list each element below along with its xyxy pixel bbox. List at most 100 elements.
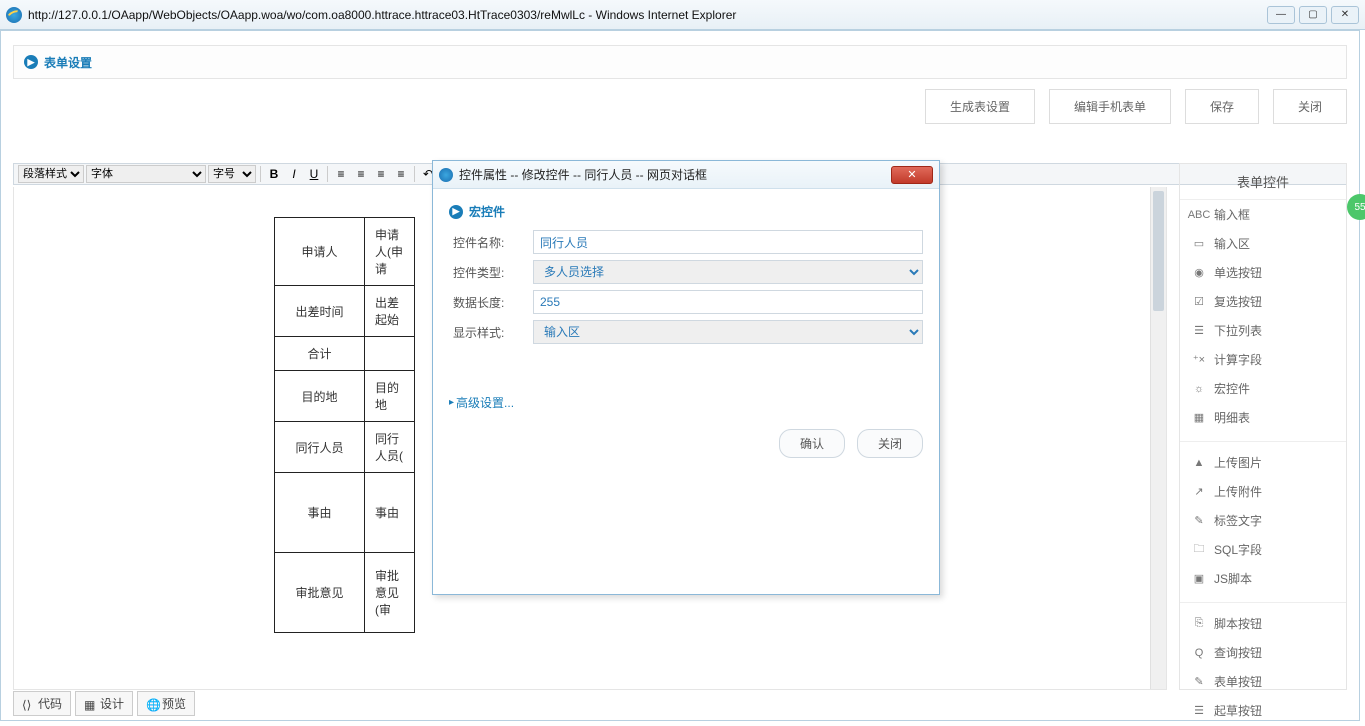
data-length-input[interactable] bbox=[533, 290, 923, 314]
side-panel-item-icon: ☰ bbox=[1192, 704, 1206, 718]
window-minimize-button[interactable]: — bbox=[1267, 6, 1295, 24]
side-panel-item-label: 起草按钮 bbox=[1214, 702, 1262, 719]
dialog-cancel-button[interactable]: 关闭 bbox=[857, 429, 923, 458]
form-row-value[interactable]: 出差起始 bbox=[365, 286, 415, 337]
form-row-label: 出差时间 bbox=[275, 286, 365, 337]
side-panel-item-icon: ⁺× bbox=[1192, 353, 1206, 367]
form-row-value[interactable]: 申请人(申请 bbox=[365, 218, 415, 286]
paragraph-style-select[interactable]: 段落样式 bbox=[18, 165, 84, 183]
page-section-header: ▶ 表单设置 bbox=[13, 45, 1347, 79]
side-panel-item[interactable]: ⎘脚本按钮 bbox=[1180, 609, 1346, 638]
display-style-label: 显示样式: bbox=[449, 324, 533, 341]
side-panel-item-label: 明细表 bbox=[1214, 409, 1250, 426]
form-row-value[interactable] bbox=[365, 337, 415, 371]
side-panel-item[interactable]: ✎标签文字 bbox=[1180, 506, 1346, 535]
save-button[interactable]: 保存 bbox=[1185, 89, 1259, 124]
side-panel-item-label: 标签文字 bbox=[1214, 512, 1262, 529]
align-left-icon[interactable]: ≡ bbox=[332, 165, 350, 183]
side-panel-item-icon: ▭ bbox=[1192, 237, 1206, 251]
form-preview-table: 申请人申请人(申请出差时间出差起始合计目的地目的地同行人员同行人员(事由事由审批… bbox=[274, 217, 415, 633]
generate-table-settings-button[interactable]: 生成表设置 bbox=[925, 89, 1035, 124]
side-panel-item-label: 宏控件 bbox=[1214, 380, 1250, 397]
form-row-value[interactable]: 审批意见(审 bbox=[365, 553, 415, 633]
chevron-right-icon: ▶ bbox=[449, 205, 463, 219]
side-panel-item[interactable]: ☰ 起草按钮 bbox=[1180, 696, 1346, 725]
close-button[interactable]: 关闭 bbox=[1273, 89, 1347, 124]
ie-icon bbox=[439, 168, 453, 182]
control-name-input[interactable] bbox=[533, 230, 923, 254]
side-panel-item-label: SQL字段 bbox=[1214, 541, 1262, 558]
side-panel-item-icon: ☼ bbox=[1192, 382, 1206, 396]
side-panel-item-label: 上传图片 bbox=[1214, 454, 1262, 471]
advanced-settings-link[interactable]: 高级设置... bbox=[449, 394, 923, 411]
underline-icon[interactable]: U bbox=[305, 165, 323, 183]
side-panel-item[interactable]: 🗀SQL字段 bbox=[1180, 535, 1346, 564]
side-panel-item[interactable]: ⁺×计算字段 bbox=[1180, 345, 1346, 374]
form-row-label: 合计 bbox=[275, 337, 365, 371]
side-panel-item[interactable]: ▭ 输入区 bbox=[1180, 229, 1346, 258]
side-panel-item[interactable]: ✎表单按钮 bbox=[1180, 667, 1346, 696]
side-panel-item[interactable]: ABC输入框 bbox=[1180, 200, 1346, 229]
control-type-select[interactable]: 多人员选择 bbox=[533, 260, 923, 284]
side-panel-item[interactable]: ☼ 宏控件 bbox=[1180, 374, 1346, 403]
tab-design[interactable]: ▦设计 bbox=[75, 691, 133, 716]
tab-preview[interactable]: 🌐预览 bbox=[137, 691, 195, 716]
side-panel-item[interactable]: ▲ 上传图片 bbox=[1180, 448, 1346, 477]
scrollbar-thumb[interactable] bbox=[1153, 191, 1164, 311]
form-row-label: 事由 bbox=[275, 473, 365, 553]
form-row-label: 申请人 bbox=[275, 218, 365, 286]
edit-mobile-form-button[interactable]: 编辑手机表单 bbox=[1049, 89, 1171, 124]
side-panel-item-label: 脚本按钮 bbox=[1214, 615, 1262, 632]
bold-icon[interactable]: B bbox=[265, 165, 283, 183]
window-maximize-button[interactable]: ▢ bbox=[1299, 6, 1327, 24]
side-panel-item-icon: ▲ bbox=[1192, 456, 1206, 470]
form-row-label: 同行人员 bbox=[275, 422, 365, 473]
side-panel-item[interactable]: ▣JS脚本 bbox=[1180, 564, 1346, 593]
form-row-label: 目的地 bbox=[275, 371, 365, 422]
side-panel-item-label: 查询按钮 bbox=[1214, 644, 1262, 661]
page-title: 表单设置 bbox=[44, 54, 92, 71]
side-panel-item[interactable]: ☰ 下拉列表 bbox=[1180, 316, 1346, 345]
side-panel-item[interactable]: ☑复选按钮 bbox=[1180, 287, 1346, 316]
editor-mode-tabs: ⟨⟩代码 ▦设计 🌐预览 bbox=[13, 691, 195, 716]
font-size-select[interactable]: 字号 bbox=[208, 165, 256, 183]
form-row-value[interactable]: 同行人员( bbox=[365, 422, 415, 473]
side-panel-item-label: 输入区 bbox=[1214, 235, 1250, 252]
dialog-ok-button[interactable]: 确认 bbox=[779, 429, 845, 458]
side-panel-item-label: JS脚本 bbox=[1214, 570, 1252, 587]
controls-side-panel: 表单控件 ABC输入框 ▭ 输入区 ◉单选按钮☑复选按钮 ☰ 下拉列表 ⁺×计算字段 ☼ 宏控件… bbox=[1179, 163, 1347, 690]
side-panel-item-icon: ☰ bbox=[1192, 324, 1206, 338]
vertical-scrollbar[interactable] bbox=[1150, 187, 1166, 689]
side-panel-item[interactable]: ↗上传附件 bbox=[1180, 477, 1346, 506]
ie-icon bbox=[6, 7, 22, 23]
side-panel-item[interactable]: Q 查询按钮 bbox=[1180, 638, 1346, 667]
side-panel-title: 表单控件 bbox=[1180, 164, 1346, 200]
preview-icon: 🌐 bbox=[146, 698, 158, 710]
italic-icon[interactable]: I bbox=[285, 165, 303, 183]
side-panel-item-icon: ▦ bbox=[1192, 411, 1206, 425]
side-panel-item-icon: Q bbox=[1192, 646, 1206, 660]
window-title: http://127.0.0.1/OAapp/WebObjects/OAapp.… bbox=[28, 8, 1267, 22]
align-right-icon[interactable]: ≡ bbox=[372, 165, 390, 183]
dialog-title: 控件属性 -- 修改控件 -- 同行人员 -- 网页对话框 bbox=[459, 166, 891, 183]
side-panel-item-icon: ✎ bbox=[1192, 675, 1206, 689]
browser-titlebar: http://127.0.0.1/OAapp/WebObjects/OAapp.… bbox=[0, 0, 1365, 30]
window-close-button[interactable]: ✕ bbox=[1331, 6, 1359, 24]
display-style-select[interactable]: 输入区 bbox=[533, 320, 923, 344]
tab-code[interactable]: ⟨⟩代码 bbox=[13, 691, 71, 716]
align-justify-icon[interactable]: ≡ bbox=[392, 165, 410, 183]
side-panel-item-label: 复选按钮 bbox=[1214, 293, 1262, 310]
side-panel-item-label: 下拉列表 bbox=[1214, 322, 1262, 339]
dialog-titlebar[interactable]: 控件属性 -- 修改控件 -- 同行人员 -- 网页对话框 ✕ bbox=[433, 161, 939, 189]
side-panel-item[interactable]: ▦ 明细表 bbox=[1180, 403, 1346, 432]
form-row-value[interactable]: 事由 bbox=[365, 473, 415, 553]
form-row-value[interactable]: 目的地 bbox=[365, 371, 415, 422]
side-panel-item[interactable]: ◉单选按钮 bbox=[1180, 258, 1346, 287]
form-row-label: 审批意见 bbox=[275, 553, 365, 633]
align-center-icon[interactable]: ≡ bbox=[352, 165, 370, 183]
font-family-select[interactable]: 字体 bbox=[86, 165, 206, 183]
dialog-close-button[interactable]: ✕ bbox=[891, 166, 933, 184]
code-icon: ⟨⟩ bbox=[22, 698, 34, 710]
side-panel-item-icon: ◉ bbox=[1192, 266, 1206, 280]
control-name-label: 控件名称: bbox=[449, 234, 533, 251]
